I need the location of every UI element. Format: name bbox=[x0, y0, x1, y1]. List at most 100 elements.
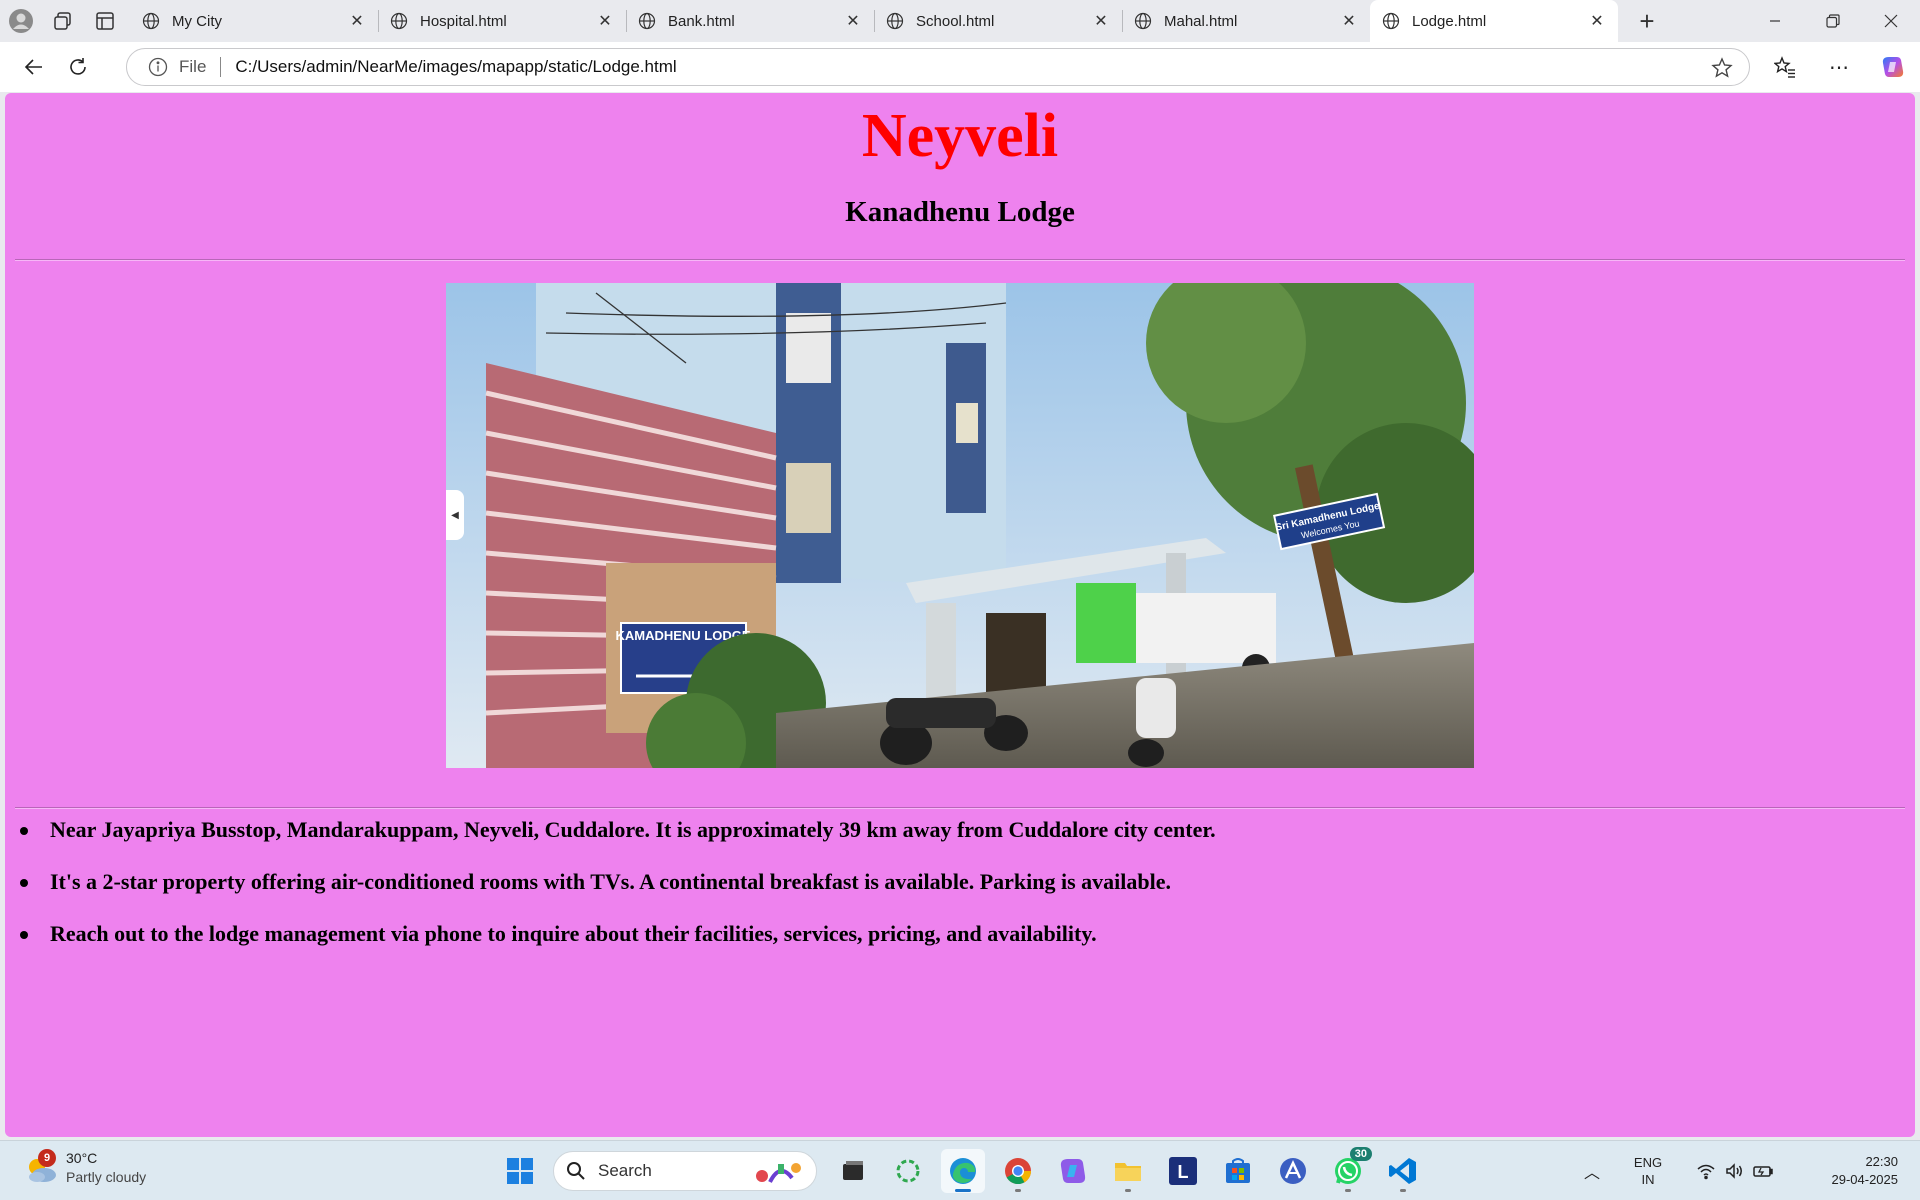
tab-title: Hospital.html bbox=[420, 12, 507, 30]
new-tab-button[interactable]: + bbox=[1626, 0, 1668, 42]
tab-title: My City bbox=[172, 12, 222, 30]
language-line2: IN bbox=[1641, 1172, 1655, 1187]
tab-lodge[interactable]: Lodge.html ✕ bbox=[1370, 0, 1618, 42]
close-window-icon[interactable] bbox=[1862, 0, 1920, 42]
workspaces-icon[interactable] bbox=[42, 0, 84, 42]
weather-widget[interactable]: 9 30°C Partly cloudy bbox=[22, 1149, 146, 1187]
divider-bottom bbox=[15, 807, 1905, 809]
bullet-icon bbox=[20, 827, 28, 835]
tab-school[interactable]: School.html ✕ bbox=[874, 0, 1122, 42]
toolbar-right: ⋯ bbox=[1758, 45, 1920, 89]
task-view-icon[interactable] bbox=[831, 1149, 875, 1193]
list-item: It's a 2-star property offering air-cond… bbox=[15, 869, 1895, 921]
bullet-icon bbox=[20, 879, 28, 887]
chevron-up-icon[interactable]: ︿ bbox=[1572, 1159, 1612, 1183]
whatsapp-icon[interactable]: 30 bbox=[1326, 1147, 1372, 1193]
info-icon[interactable] bbox=[147, 56, 169, 78]
tab-list: My City ✕ Hospital.html ✕ Bank.html ✕ Sc… bbox=[130, 0, 1618, 42]
tab-hospital[interactable]: Hospital.html ✕ bbox=[378, 0, 626, 42]
list-item: Near Jayapriya Busstop, Mandarakuppam, N… bbox=[15, 817, 1895, 869]
lodge-photo: KAMADHENU LODGE Sri Kamadhenu Lodge Welc… bbox=[446, 283, 1474, 768]
profile-avatar-icon[interactable] bbox=[0, 0, 42, 42]
weather-badge: 9 bbox=[38, 1149, 56, 1167]
restore-icon[interactable] bbox=[1804, 0, 1862, 42]
copilot-icon[interactable] bbox=[1866, 45, 1920, 89]
whatsapp-badge: 30 bbox=[1349, 1147, 1372, 1161]
favorite-star-icon[interactable] bbox=[1711, 57, 1733, 84]
close-tab-icon[interactable]: ✕ bbox=[594, 10, 616, 32]
edge-icon[interactable] bbox=[941, 1149, 985, 1193]
taskbar: 9 30°C Partly cloudy Search L 30 ︿ ENG I… bbox=[0, 1140, 1920, 1200]
arc-app-icon[interactable] bbox=[1271, 1149, 1315, 1193]
image-collapse-handle[interactable]: ◀ bbox=[446, 490, 464, 540]
svg-text:L: L bbox=[1178, 1162, 1189, 1182]
weather-temperature: 30°C bbox=[66, 1150, 98, 1166]
bullet-icon bbox=[20, 931, 28, 939]
close-tab-icon[interactable]: ✕ bbox=[1338, 10, 1360, 32]
close-tab-icon[interactable]: ✕ bbox=[1586, 10, 1608, 32]
close-tab-icon[interactable]: ✕ bbox=[842, 10, 864, 32]
search-highlight-icon bbox=[752, 1158, 806, 1191]
tab-title: Lodge.html bbox=[1412, 12, 1487, 30]
fact-text: Near Jayapriya Busstop, Mandarakuppam, N… bbox=[50, 817, 1216, 842]
language-indicator[interactable]: ENG IN bbox=[1622, 1154, 1674, 1188]
window-controls bbox=[1746, 0, 1920, 42]
l-app-icon[interactable]: L bbox=[1161, 1149, 1205, 1193]
fact-text: It's a 2-star property offering air-cond… bbox=[50, 869, 1172, 894]
system-tray: ︿ ENG IN 22:30 29-04-2025 bbox=[1572, 1141, 1920, 1200]
scheme-label: File bbox=[179, 57, 207, 76]
search-label: Search bbox=[598, 1161, 652, 1180]
tab-title: School.html bbox=[916, 12, 995, 30]
tab-actions-icon[interactable] bbox=[84, 0, 126, 42]
globe-icon bbox=[884, 10, 906, 32]
copilot-app-icon[interactable] bbox=[1051, 1149, 1095, 1193]
store-icon[interactable] bbox=[1216, 1149, 1260, 1193]
close-tab-icon[interactable]: ✕ bbox=[1090, 10, 1112, 32]
taskbar-apps: Search L 30 bbox=[498, 1147, 1436, 1193]
tab-title: Mahal.html bbox=[1164, 12, 1238, 30]
divider-top bbox=[15, 259, 1905, 261]
more-options-icon[interactable]: ⋯ bbox=[1812, 45, 1866, 89]
close-tab-icon[interactable]: ✕ bbox=[346, 10, 368, 32]
clock-date: 29-04-2025 bbox=[1831, 1172, 1899, 1187]
lodge-facts-list: Near Jayapriya Busstop, Mandarakuppam, N… bbox=[15, 817, 1895, 973]
lodge-name-heading: Kanadhenu Lodge bbox=[845, 196, 1075, 228]
list-item: Reach out to the lodge management via ph… bbox=[15, 921, 1895, 973]
volume-icon bbox=[1726, 1163, 1742, 1179]
folder-icon[interactable] bbox=[1106, 1149, 1150, 1193]
url-text[interactable]: C:/Users/admin/NearMe/images/mapapp/stat… bbox=[235, 57, 676, 77]
system-icons[interactable] bbox=[1696, 1161, 1774, 1181]
back-icon[interactable] bbox=[12, 45, 56, 89]
partly-cloudy-icon: 9 bbox=[22, 1149, 60, 1187]
tab-bank[interactable]: Bank.html ✕ bbox=[626, 0, 874, 42]
clock-time: 22:30 bbox=[1865, 1154, 1898, 1169]
vscode-icon[interactable] bbox=[1381, 1149, 1425, 1193]
globe-icon bbox=[1380, 10, 1402, 32]
globe-icon bbox=[140, 10, 162, 32]
wifi-icon bbox=[1697, 1164, 1715, 1180]
search-icon bbox=[567, 1162, 585, 1180]
favorites-icon[interactable] bbox=[1758, 45, 1812, 89]
page-viewport: Neyveli Kanadhenu Lodge KAMADHENU LODGE … bbox=[5, 93, 1915, 1137]
refresh-app-icon[interactable] bbox=[886, 1149, 930, 1193]
chrome-icon[interactable] bbox=[996, 1149, 1040, 1193]
address-separator bbox=[220, 57, 222, 77]
fact-text: Reach out to the lodge management via ph… bbox=[50, 921, 1097, 946]
navigation-bar: File C:/Users/admin/NearMe/images/mapapp… bbox=[0, 42, 1920, 92]
start-icon[interactable] bbox=[498, 1149, 542, 1193]
tab-title: Bank.html bbox=[668, 12, 735, 30]
weather-condition: Partly cloudy bbox=[66, 1169, 147, 1185]
tab-mahal[interactable]: Mahal.html ✕ bbox=[1122, 0, 1370, 42]
minimize-icon[interactable] bbox=[1746, 0, 1804, 42]
address-bar[interactable]: File C:/Users/admin/NearMe/images/mapapp… bbox=[126, 48, 1750, 86]
refresh-icon[interactable] bbox=[56, 45, 100, 89]
tab-my-city[interactable]: My City ✕ bbox=[130, 0, 378, 42]
tab-strip: My City ✕ Hospital.html ✕ Bank.html ✕ Sc… bbox=[0, 0, 1920, 42]
clock[interactable]: 22:30 29-04-2025 bbox=[1794, 1153, 1899, 1189]
globe-icon bbox=[1132, 10, 1154, 32]
taskbar-search[interactable]: Search bbox=[553, 1151, 817, 1191]
globe-icon bbox=[636, 10, 658, 32]
language-line1: ENG bbox=[1633, 1155, 1663, 1170]
battery-icon bbox=[1753, 1166, 1773, 1177]
page-title: Neyveli bbox=[861, 102, 1059, 170]
